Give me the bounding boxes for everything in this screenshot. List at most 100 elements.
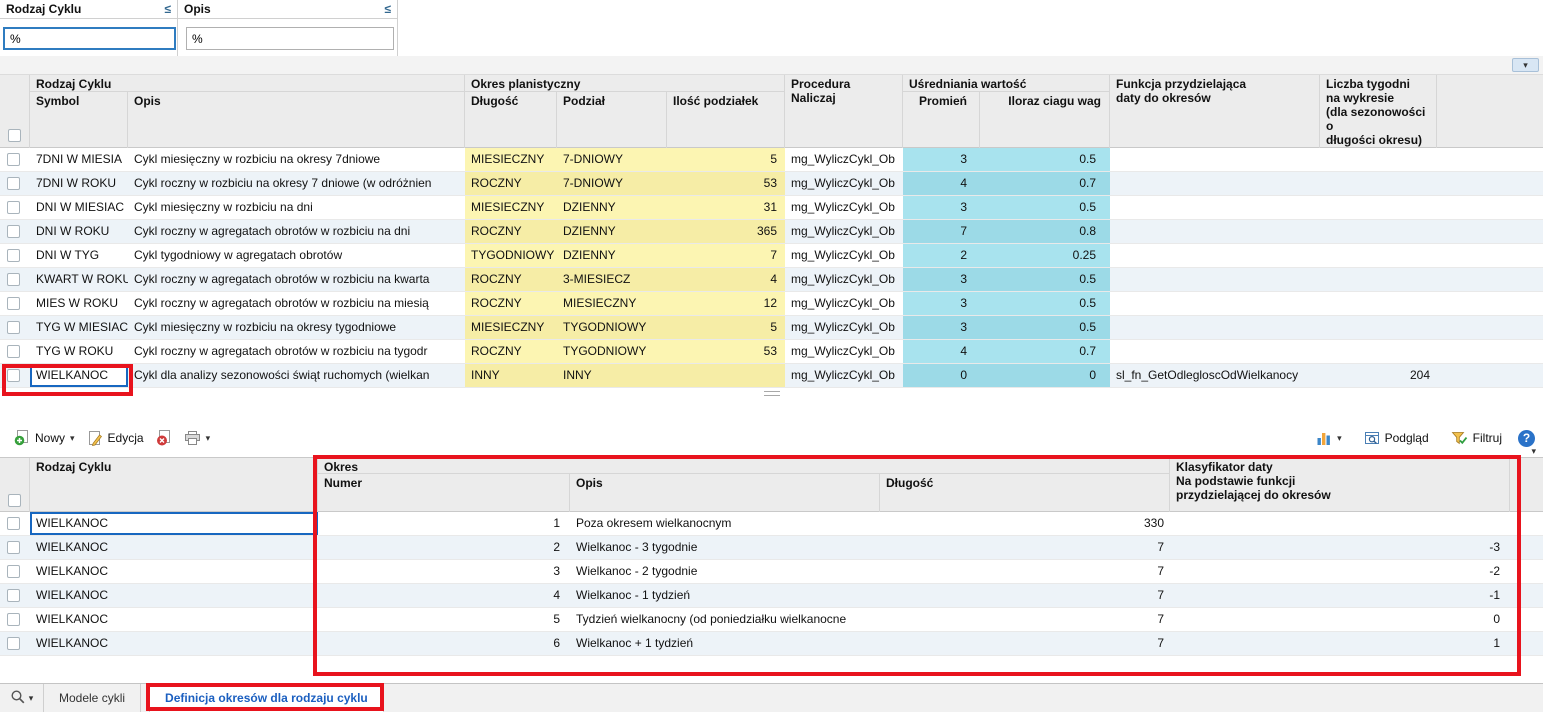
cell-opis[interactable]: Cykl miesięczny w rozbiciu na okresy tyg… — [128, 316, 465, 339]
cell-iloraz[interactable]: 0.5 — [980, 268, 1110, 291]
row-checkbox-cell[interactable] — [0, 608, 30, 631]
select-all-checkbox[interactable] — [8, 129, 21, 142]
row-checkbox-cell[interactable] — [0, 364, 30, 387]
cell-symbol[interactable]: TYG W ROKU — [30, 340, 128, 363]
cell-iloraz[interactable]: 0.5 — [980, 148, 1110, 171]
column-header-symbol[interactable]: Symbol — [30, 92, 128, 148]
cell-procedura[interactable]: mg_WyliczCykl_Ob — [785, 148, 903, 171]
checkbox[interactable] — [7, 637, 20, 650]
table-row[interactable]: 7DNI W ROKU Cykl roczny w rozbiciu na ok… — [0, 172, 1543, 196]
cell-podzial[interactable]: 7-DNIOWY — [557, 172, 667, 195]
cell-promien[interactable]: 4 — [903, 340, 980, 363]
cell-dlugosc[interactable]: ROCZNY — [465, 172, 557, 195]
cell-ilosc-podzialek[interactable]: 31 — [667, 196, 785, 219]
cell-ilosc-podzialek[interactable]: 5 — [667, 148, 785, 171]
checkbox[interactable] — [7, 613, 20, 626]
cell-funkcja[interactable]: sl_fn_GetOdlegloscOdWielkanocy — [1110, 364, 1320, 387]
cell-liczba-tygodni[interactable]: 204 — [1320, 364, 1437, 387]
filter-operator-icon[interactable]: ≤ — [384, 2, 391, 16]
cell-iloraz[interactable]: 0.8 — [980, 220, 1110, 243]
table-row[interactable]: WIELKANOC Cykl dla analizy sezonowości ś… — [0, 364, 1543, 388]
table-row[interactable]: WIELKANOC 1 Poza okresem wielkanocnym 33… — [0, 512, 1543, 536]
cell-liczba-tygodni[interactable] — [1320, 196, 1437, 219]
cell-funkcja[interactable] — [1110, 196, 1320, 219]
cell-dlugosc[interactable]: TYGODNIOWY — [465, 244, 557, 267]
row-checkbox-cell[interactable] — [0, 316, 30, 339]
column-header-opis[interactable]: Opis — [570, 474, 880, 513]
cell-promien[interactable]: 3 — [903, 292, 980, 315]
column-group-okres-planistyczny[interactable]: Okres planistyczny — [465, 75, 785, 92]
table-row[interactable]: DNI W ROKU Cykl roczny w agregatach obro… — [0, 220, 1543, 244]
checkbox[interactable] — [7, 589, 20, 602]
cell-funkcja[interactable] — [1110, 340, 1320, 363]
cell-klasyfikator[interactable]: 1 — [1170, 632, 1510, 655]
cell-dlugosc[interactable]: 7 — [880, 608, 1170, 631]
checkbox[interactable] — [7, 565, 20, 578]
cell-dlugosc[interactable]: 7 — [880, 584, 1170, 607]
row-checkbox-cell[interactable] — [0, 148, 30, 171]
print-button[interactable]: ▾ — [178, 426, 217, 450]
cell-opis[interactable]: Wielkanoc - 1 tydzień — [570, 584, 880, 607]
cell-numer[interactable]: 2 — [318, 536, 570, 559]
column-group-usredniania[interactable]: Uśredniania wartość — [903, 75, 1110, 92]
cell-numer[interactable]: 3 — [318, 560, 570, 583]
cell-podzial[interactable]: 7-DNIOWY — [557, 148, 667, 171]
cell-funkcja[interactable] — [1110, 316, 1320, 339]
checkbox[interactable] — [7, 345, 20, 358]
cell-promien[interactable]: 3 — [903, 268, 980, 291]
cell-opis[interactable]: Cykl dla analizy sezonowości świąt rucho… — [128, 364, 465, 387]
cell-promien[interactable]: 3 — [903, 148, 980, 171]
row-checkbox-cell[interactable] — [0, 220, 30, 243]
table-row[interactable]: DNI W TYG Cykl tygodniowy w agregatach o… — [0, 244, 1543, 268]
cell-symbol[interactable]: TYG W MIESIAC — [30, 316, 128, 339]
cell-ilosc-podzialek[interactable]: 5 — [667, 316, 785, 339]
checkbox[interactable] — [7, 177, 20, 190]
row-checkbox-cell[interactable] — [0, 196, 30, 219]
table-row[interactable]: TYG W MIESIAC Cykl miesięczny w rozbiciu… — [0, 316, 1543, 340]
table-row[interactable]: 7DNI W MIESIA Cykl miesięczny w rozbiciu… — [0, 148, 1543, 172]
cell-liczba-tygodni[interactable] — [1320, 244, 1437, 267]
chevron-down-icon[interactable]: ▾ — [1531, 447, 1536, 456]
cell-dlugosc[interactable]: MIESIECZNY — [465, 196, 557, 219]
grid-splitter[interactable] — [0, 390, 1543, 398]
cell-iloraz[interactable]: 0.7 — [980, 172, 1110, 195]
checkbox[interactable] — [7, 225, 20, 238]
table-row[interactable]: TYG W ROKU Cykl roczny w agregatach obro… — [0, 340, 1543, 364]
cell-symbol[interactable]: 7DNI W ROKU — [30, 172, 128, 195]
filter-input-rodzaj-cyklu[interactable] — [3, 27, 176, 50]
cell-klasyfikator[interactable]: -2 — [1170, 560, 1510, 583]
column-header-dlugosc[interactable]: Długość — [465, 92, 557, 148]
cell-opis[interactable]: Cykl miesięczny w rozbiciu na okresy 7dn… — [128, 148, 465, 171]
cell-klasyfikator[interactable] — [1170, 512, 1510, 535]
cell-opis[interactable]: Cykl roczny w agregatach obrotów w rozbi… — [128, 220, 465, 243]
column-header-dlugosc[interactable]: Długość — [880, 474, 1170, 513]
cell-symbol[interactable]: WIELKANOC — [30, 364, 128, 387]
new-button[interactable]: Nowy ▾ — [8, 426, 81, 450]
cell-dlugosc[interactable]: 7 — [880, 536, 1170, 559]
cell-symbol[interactable]: DNI W TYG — [30, 244, 128, 267]
cell-opis[interactable]: Cykl tygodniowy w agregatach obrotów — [128, 244, 465, 267]
cell-liczba-tygodni[interactable] — [1320, 172, 1437, 195]
cell-numer[interactable]: 5 — [318, 608, 570, 631]
cell-podzial[interactable]: TYGODNIOWY — [557, 316, 667, 339]
cell-promien[interactable]: 7 — [903, 220, 980, 243]
edit-button[interactable]: Edycja — [81, 426, 150, 450]
chart-button[interactable]: ▾ — [1310, 426, 1348, 450]
cell-promien[interactable]: 3 — [903, 196, 980, 219]
cell-liczba-tygodni[interactable] — [1320, 316, 1437, 339]
cell-iloraz[interactable]: 0.5 — [980, 196, 1110, 219]
table-row[interactable]: DNI W MIESIAC Cykl miesięczny w rozbiciu… — [0, 196, 1543, 220]
cell-dlugosc[interactable]: MIESIECZNY — [465, 148, 557, 171]
cell-funkcja[interactable] — [1110, 244, 1320, 267]
cell-rodzaj-cyklu[interactable]: WIELKANOC — [30, 536, 318, 559]
cell-dlugosc[interactable]: ROCZNY — [465, 220, 557, 243]
cell-rodzaj-cyklu[interactable]: WIELKANOC — [30, 608, 318, 631]
column-group-rodzaj-cyklu[interactable]: Rodzaj Cyklu — [30, 75, 465, 92]
cell-symbol[interactable]: KWART W ROKU — [30, 268, 128, 291]
cell-opis[interactable]: Tydzień wielkanocny (od poniedziałku wie… — [570, 608, 880, 631]
column-header-iloraz[interactable]: Iloraz ciagu wag — [980, 92, 1110, 148]
cell-promien[interactable]: 2 — [903, 244, 980, 267]
tab-modele-cykli[interactable]: Modele cykli — [44, 684, 142, 712]
cell-opis[interactable]: Wielkanoc - 3 tygodnie — [570, 536, 880, 559]
cell-procedura[interactable]: mg_WyliczCykl_Ob — [785, 244, 903, 267]
